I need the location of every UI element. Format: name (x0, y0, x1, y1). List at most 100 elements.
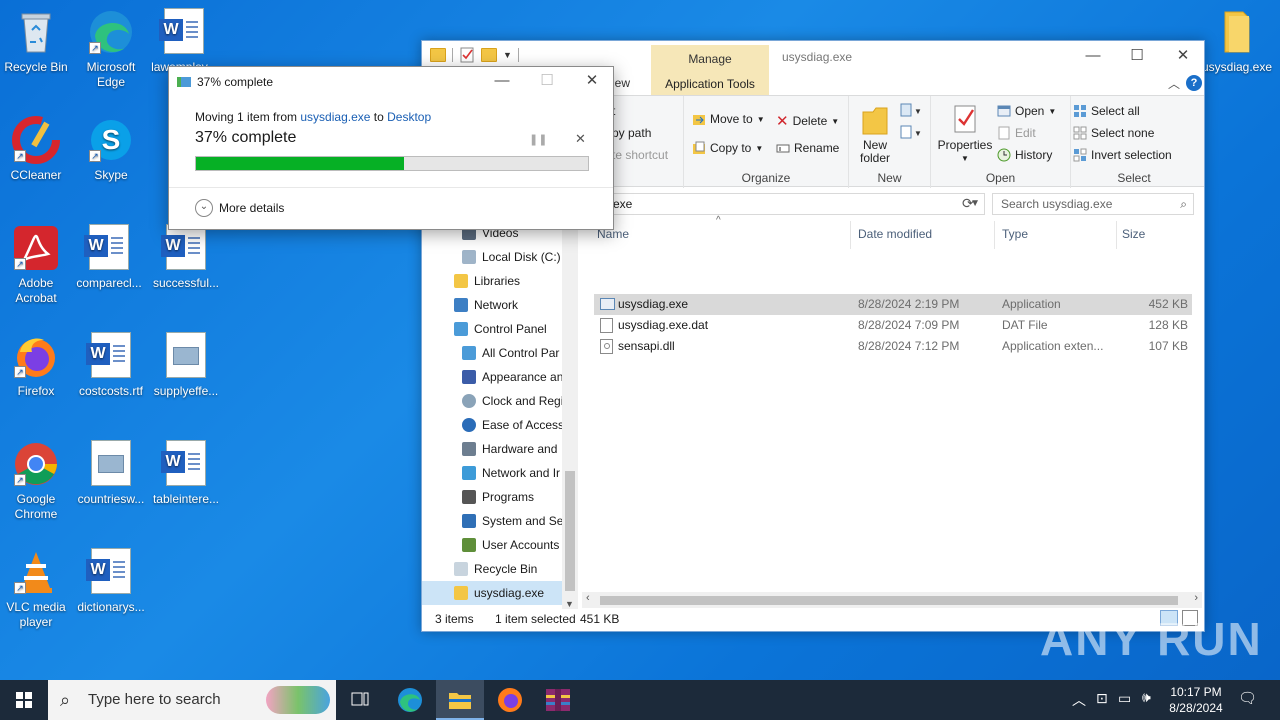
scrollbar-thumb[interactable] (565, 471, 575, 591)
cancel-icon[interactable]: ✕ (575, 131, 586, 147)
history-button[interactable]: History (997, 148, 1052, 162)
chevron-down-icon[interactable]: ▼ (503, 50, 512, 60)
desktop-icon-firefox[interactable]: ↗ Firefox (0, 332, 72, 399)
minimize-button[interactable]: — (1070, 41, 1116, 71)
nav-item-ease-of-access[interactable]: Ease of Access (462, 413, 564, 437)
address-bar[interactable]: exe ▼ (600, 193, 985, 215)
select-none-button[interactable]: Select none (1073, 126, 1154, 140)
desktop-icon-tableintere[interactable]: W tableintere... (150, 440, 222, 507)
clock[interactable]: 10:17 PM 8/28/2024 (1164, 684, 1228, 716)
invert-selection-button[interactable]: Invert selection (1073, 148, 1172, 162)
maximize-button[interactable]: ☐ (1114, 41, 1160, 71)
desktop-icon-countriesw[interactable]: countriesw... (75, 440, 147, 507)
desktop-icon-ccleaner[interactable]: ↗ CCleaner (0, 116, 72, 183)
desktop-icon-usysdiag-folder[interactable]: usysdiag.exe (1200, 8, 1274, 75)
acrobat-icon: ↗ (12, 224, 60, 272)
taskbar-firefox[interactable] (486, 680, 534, 720)
desktop-icon-costcosts[interactable]: W costcosts.rtf (75, 332, 147, 399)
desktop-icon-skype[interactable]: S ↗ Skype (75, 116, 147, 183)
file-row[interactable]: usysdiag.exe.dat 8/28/2024 7:09 PM DAT F… (594, 315, 1192, 336)
start-button[interactable] (0, 680, 48, 720)
nav-item-network-internet[interactable]: Network and Ir (462, 461, 560, 485)
move-to-button[interactable]: Move to ▼ (692, 112, 765, 126)
volume-icon[interactable]: 🕪 (1142, 689, 1151, 706)
task-view-button[interactable] (336, 680, 384, 720)
nav-scrollbar[interactable]: ▲ ▼ (562, 221, 578, 609)
taskbar-winrar[interactable] (534, 680, 582, 720)
nav-item-user-accounts[interactable]: User Accounts (462, 533, 559, 557)
chevron-left-icon[interactable]: ‹ (586, 592, 590, 604)
desktop-icon-label: Google Chrome (14, 492, 58, 521)
edit-button[interactable]: Edit (997, 126, 1036, 140)
close-button[interactable]: ✕ (1160, 41, 1206, 71)
network-icon[interactable]: ▭ (1118, 690, 1131, 707)
nav-item-network[interactable]: Network (454, 293, 518, 317)
desktop-icon-comparecl[interactable]: W comparecl... (73, 224, 145, 291)
file-move-icon (177, 77, 191, 87)
refresh-icon[interactable]: ⟳ (962, 195, 974, 212)
desktop-icon-recycle-bin[interactable]: Recycle Bin (0, 8, 72, 75)
taskbar-edge[interactable] (386, 680, 434, 720)
desktop-icon-vlc[interactable]: ↗ VLC media player (0, 548, 72, 630)
nav-item-all-control-panel[interactable]: All Control Par (462, 341, 559, 365)
desktop-icon-successful[interactable]: W successful... (150, 224, 222, 291)
copy-to-button[interactable]: Copy to ▼ (692, 141, 763, 155)
meet-now-icon[interactable]: ⊡ (1096, 690, 1108, 707)
desktop-icon-acrobat[interactable]: ↗ Adobe Acrobat (0, 224, 72, 306)
pause-icon[interactable]: ❚❚ (529, 133, 547, 146)
desktop-icon-edge[interactable]: ↗ Microsoft Edge (75, 8, 147, 90)
desktop-icon-lawemploy[interactable]: W lawemploy... (148, 8, 220, 75)
search-input[interactable]: Search usysdiag.exe ⌕ (992, 193, 1194, 215)
column-header-size[interactable]: Size (1122, 227, 1145, 241)
taskbar-search-input[interactable]: ⌕ Type here to search (48, 680, 336, 720)
taskbar-file-explorer[interactable] (436, 680, 484, 720)
network-internet-icon (462, 466, 476, 480)
tab-manage[interactable]: Manage (651, 45, 769, 73)
copy-path-button[interactable]: py path (612, 126, 651, 140)
select-all-icon (1074, 105, 1086, 117)
column-header-date[interactable]: Date modified (858, 227, 932, 241)
rename-button[interactable]: Rename (776, 141, 839, 155)
show-hidden-icons-icon[interactable]: ︿ (1072, 690, 1086, 710)
nav-item-hardware[interactable]: Hardware and (462, 437, 557, 461)
minimize-button[interactable]: — (479, 67, 525, 95)
select-all-button[interactable]: Select all (1073, 104, 1140, 118)
nav-item-local-disk[interactable]: Local Disk (C:) (462, 245, 561, 269)
new-item-icon[interactable]: ▼ (899, 102, 921, 120)
column-header-type[interactable]: Type (1002, 227, 1028, 241)
desktop-icon-supplyeffe[interactable]: supplyeffe... (150, 332, 222, 399)
nav-item-clock[interactable]: Clock and Regi (462, 389, 563, 413)
scrollbar-thumb[interactable] (600, 596, 1178, 605)
easy-access-icon[interactable]: ▼ (899, 124, 921, 142)
nav-item-control-panel[interactable]: Control Panel (454, 317, 547, 341)
nav-item-programs[interactable]: Programs (462, 485, 534, 509)
file-row[interactable]: usysdiag.exe 8/28/2024 2:19 PM Applicati… (594, 294, 1192, 315)
file-row[interactable]: sensapi.dll 8/28/2024 7:12 PM Applicatio… (594, 336, 1192, 357)
properties-icon[interactable] (459, 47, 475, 63)
nav-item-libraries[interactable]: Libraries (454, 269, 520, 293)
close-button[interactable]: ✕ (569, 67, 615, 95)
delete-button[interactable]: ✕ Delete ▼ (776, 112, 839, 130)
help-icon[interactable]: ? (1186, 75, 1202, 91)
file-list-horizontal-scrollbar[interactable]: ‹ › (582, 592, 1202, 608)
notifications-icon[interactable]: 🗨 (1238, 689, 1257, 707)
nav-item-usysdiag[interactable]: usysdiag.exe (422, 581, 562, 605)
clock-icon (462, 394, 476, 408)
new-folder-icon[interactable] (481, 48, 497, 62)
desktop-icon-chrome[interactable]: ↗ Google Chrome (0, 440, 72, 522)
new-folder-button[interactable]: New folder (855, 104, 895, 165)
group-label: Open (985, 171, 1016, 185)
desktop-icon-dictionarys[interactable]: W dictionarys... (75, 548, 147, 615)
more-details-button[interactable]: ⌄ More details (195, 199, 284, 217)
source-link[interactable]: usysdiag.exe (300, 110, 370, 124)
tab-application-tools[interactable]: Application Tools (651, 73, 769, 95)
nav-item-system-security[interactable]: System and Se (462, 509, 563, 533)
nav-item-appearance[interactable]: Appearance an (462, 365, 563, 389)
chevron-right-icon[interactable]: › (1194, 592, 1198, 604)
open-button[interactable]: Open ▼ (997, 104, 1056, 118)
destination-link[interactable]: Desktop (387, 110, 431, 124)
properties-button[interactable]: Properties ▼ (937, 104, 993, 165)
collapse-ribbon-icon[interactable]: ︿ (1168, 75, 1180, 92)
nav-item-recycle-bin[interactable]: Recycle Bin (454, 557, 537, 581)
paste-shortcut-button[interactable]: te shortcut (612, 148, 668, 162)
